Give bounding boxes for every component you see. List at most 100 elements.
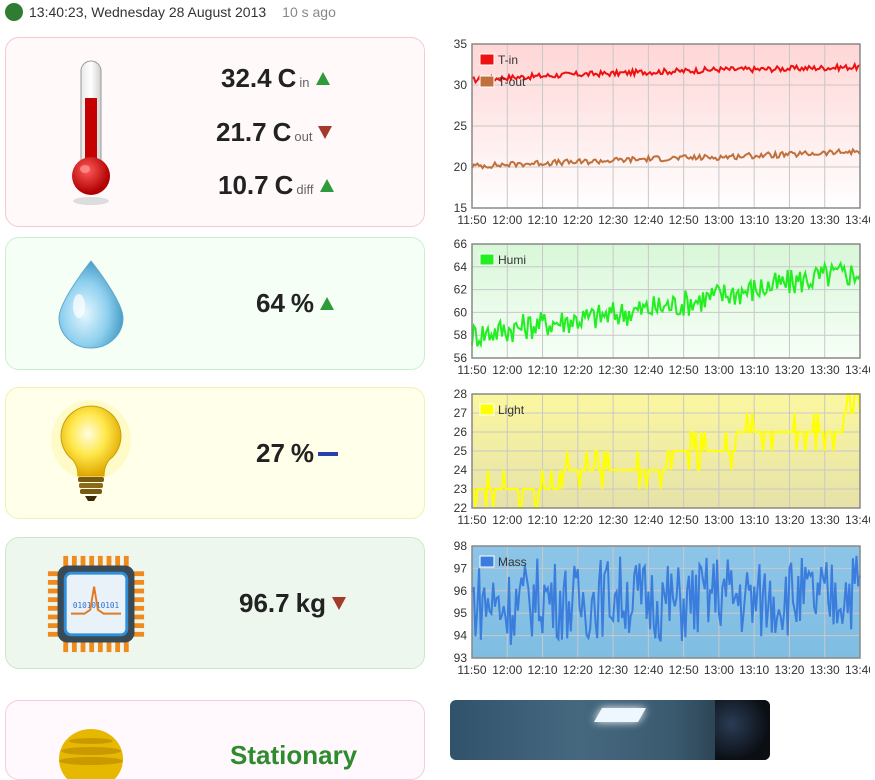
timestamp: 13:40:23, Wednesday 28 August 2013 <box>29 4 267 20</box>
x-tick-label: 12:20 <box>563 663 593 677</box>
x-tick-label: 13:40 <box>845 513 870 527</box>
x-tick-label: 11:50 <box>457 363 486 377</box>
legend-swatch <box>479 75 495 88</box>
hive-state-panel <box>5 700 425 780</box>
trend-down-icon <box>331 597 346 610</box>
water-drop-icon <box>41 256 141 351</box>
x-tick-label: 13:00 <box>704 363 734 377</box>
y-tick-label: 66 <box>454 238 468 251</box>
x-tick-label: 13:10 <box>739 363 769 377</box>
x-tick-label: 12:20 <box>563 363 593 377</box>
y-tick-label: 22 <box>454 501 468 515</box>
temperature-chart-svg: 11:50 12:00 12:10 12:20 12:30 12:40 12:50 13:00… <box>454 37 875 227</box>
x-tick-label: 12:30 <box>598 663 628 677</box>
last-update-ago: 10 s ago <box>282 4 336 20</box>
plot-area <box>472 244 860 358</box>
hive-camera-image <box>450 700 770 760</box>
mass-reading: 96.7 kg <box>239 588 346 619</box>
legend-swatch <box>479 253 495 266</box>
mass-panel: 0101010101 96.7 kg <box>5 537 425 669</box>
y-tick-label: 28 <box>454 388 468 401</box>
legend-swatch <box>479 53 495 66</box>
x-tick-label: 12:50 <box>669 213 699 227</box>
y-tick-label: 97 <box>454 561 468 575</box>
y-tick-label: 20 <box>454 160 468 174</box>
y-tick-label: 30 <box>454 78 468 92</box>
x-tick-label: 12:30 <box>598 213 628 227</box>
x-tick-label: 12:00 <box>492 663 522 677</box>
x-tick-label: 13:40 <box>845 213 870 227</box>
light-bulb-icon <box>41 400 141 505</box>
x-tick-label: 12:50 <box>669 663 699 677</box>
x-tick-label: 12:50 <box>669 363 699 377</box>
x-tick-label: 11:50 <box>457 513 486 527</box>
trend-up-icon <box>320 297 335 310</box>
light-chart-svg: 11:50 12:00 12:10 12:20 12:30 12:40 12:50 13:00… <box>454 387 875 527</box>
humidity-chart-svg: 11:50 12:00 12:10 12:20 12:30 12:40 12:50 13:00… <box>454 237 875 377</box>
y-tick-label: 25 <box>454 119 468 133</box>
beehive-icon <box>41 719 141 779</box>
x-tick-label: 13:00 <box>704 663 734 677</box>
legend-label: Humi <box>498 253 526 267</box>
x-tick-label: 12:40 <box>633 363 663 377</box>
temp-out-reading: 21.7 C out <box>216 117 333 148</box>
trend-down-icon <box>318 126 333 139</box>
legend-swatch <box>479 555 495 568</box>
y-tick-label: 15 <box>454 201 468 215</box>
status-indicator <box>5 3 23 21</box>
y-tick-label: 98 <box>454 539 468 553</box>
trend-flat-icon <box>318 451 339 456</box>
light-chart: 11:50 12:00 12:10 12:20 12:30 12:40 12:50 13:00… <box>440 387 875 533</box>
x-tick-label: 13:20 <box>774 513 804 527</box>
x-tick-label: 13:30 <box>810 213 840 227</box>
x-tick-label: 13:10 <box>739 213 769 227</box>
y-tick-label: 96 <box>454 584 468 598</box>
y-tick-label: 27 <box>454 406 468 420</box>
y-tick-label: 60 <box>454 305 468 319</box>
x-tick-label: 13:40 <box>845 363 870 377</box>
x-tick-label: 13:20 <box>774 363 804 377</box>
y-tick-label: 23 <box>454 482 468 496</box>
legend-label: T-out <box>498 75 526 89</box>
x-tick-label: 12:40 <box>633 663 663 677</box>
chip-icon: 0101010101 <box>46 550 146 658</box>
y-tick-label: 94 <box>454 629 468 643</box>
temperature-chart: 11:50 12:00 12:10 12:20 12:30 12:40 12:50 13:00… <box>440 37 875 233</box>
x-tick-label: 13:20 <box>774 663 804 677</box>
x-tick-label: 12:00 <box>492 213 522 227</box>
x-tick-label: 12:40 <box>633 213 663 227</box>
x-tick-label: 12:00 <box>492 513 522 527</box>
x-tick-label: 13:00 <box>704 513 734 527</box>
temperature-panel: 32.4 C in 21.7 C out 10.7 C diff <box>5 37 425 227</box>
thermometer-icon <box>41 58 141 208</box>
x-tick-label: 13:20 <box>774 213 804 227</box>
y-tick-label: 26 <box>454 425 468 439</box>
x-tick-label: 11:50 <box>457 213 486 227</box>
x-tick-label: 12:50 <box>669 513 699 527</box>
x-tick-label: 12:10 <box>528 363 558 377</box>
legend-label: T-in <box>498 53 518 67</box>
x-tick-label: 12:00 <box>492 363 522 377</box>
temp-diff-reading: 10.7 C diff <box>218 170 334 201</box>
humidity-panel: 64 % <box>5 237 425 370</box>
x-tick-label: 13:30 <box>810 363 840 377</box>
light-panel: 27 % <box>5 387 425 519</box>
y-tick-label: 93 <box>454 651 468 665</box>
y-tick-label: 35 <box>454 38 468 51</box>
y-tick-label: 24 <box>454 463 468 477</box>
legend-swatch <box>479 403 495 416</box>
light-reading: 27 % <box>256 438 339 469</box>
trend-up-icon <box>315 72 330 85</box>
x-tick-label: 13:00 <box>704 213 734 227</box>
x-tick-label: 13:40 <box>845 663 870 677</box>
x-tick-label: 12:20 <box>563 213 593 227</box>
x-tick-label: 12:40 <box>633 513 663 527</box>
x-tick-label: 12:10 <box>528 213 558 227</box>
x-tick-label: 13:10 <box>739 663 769 677</box>
y-tick-label: 64 <box>454 260 468 274</box>
mass-chart-svg: 11:50 12:00 12:10 12:20 12:30 12:40 12:50 13:00… <box>454 539 875 677</box>
legend-label: Mass <box>498 555 527 569</box>
x-tick-label: 11:50 <box>457 663 486 677</box>
x-tick-label: 12:20 <box>563 513 593 527</box>
y-tick-label: 62 <box>454 283 468 297</box>
